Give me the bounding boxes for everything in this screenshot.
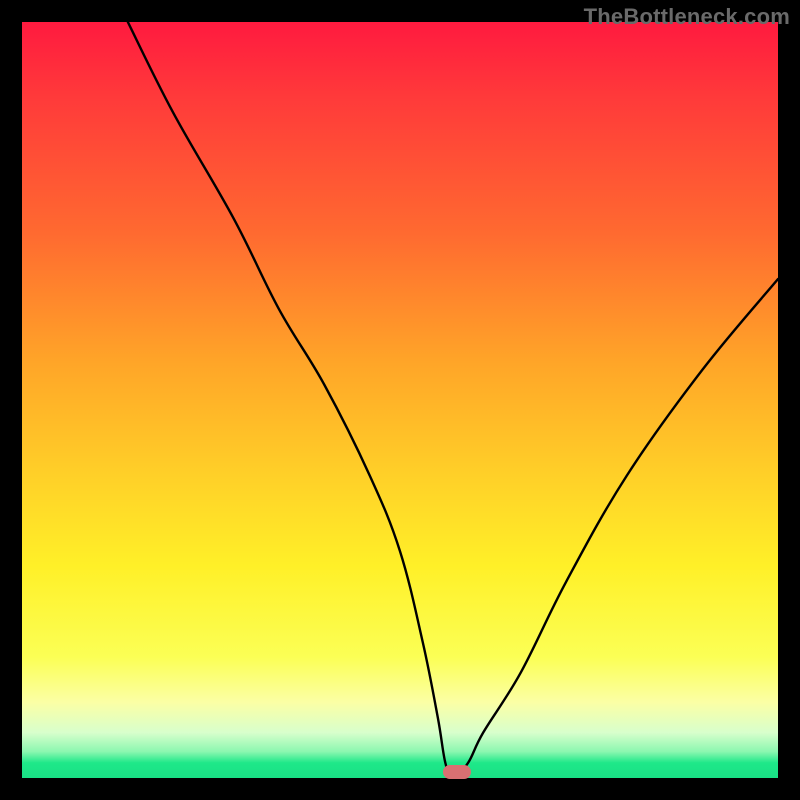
- plot-area: [22, 22, 778, 778]
- watermark-text: TheBottleneck.com: [584, 4, 790, 30]
- optimal-marker: [443, 765, 471, 779]
- chart-frame: TheBottleneck.com: [0, 0, 800, 800]
- bottleneck-curve: [22, 22, 778, 778]
